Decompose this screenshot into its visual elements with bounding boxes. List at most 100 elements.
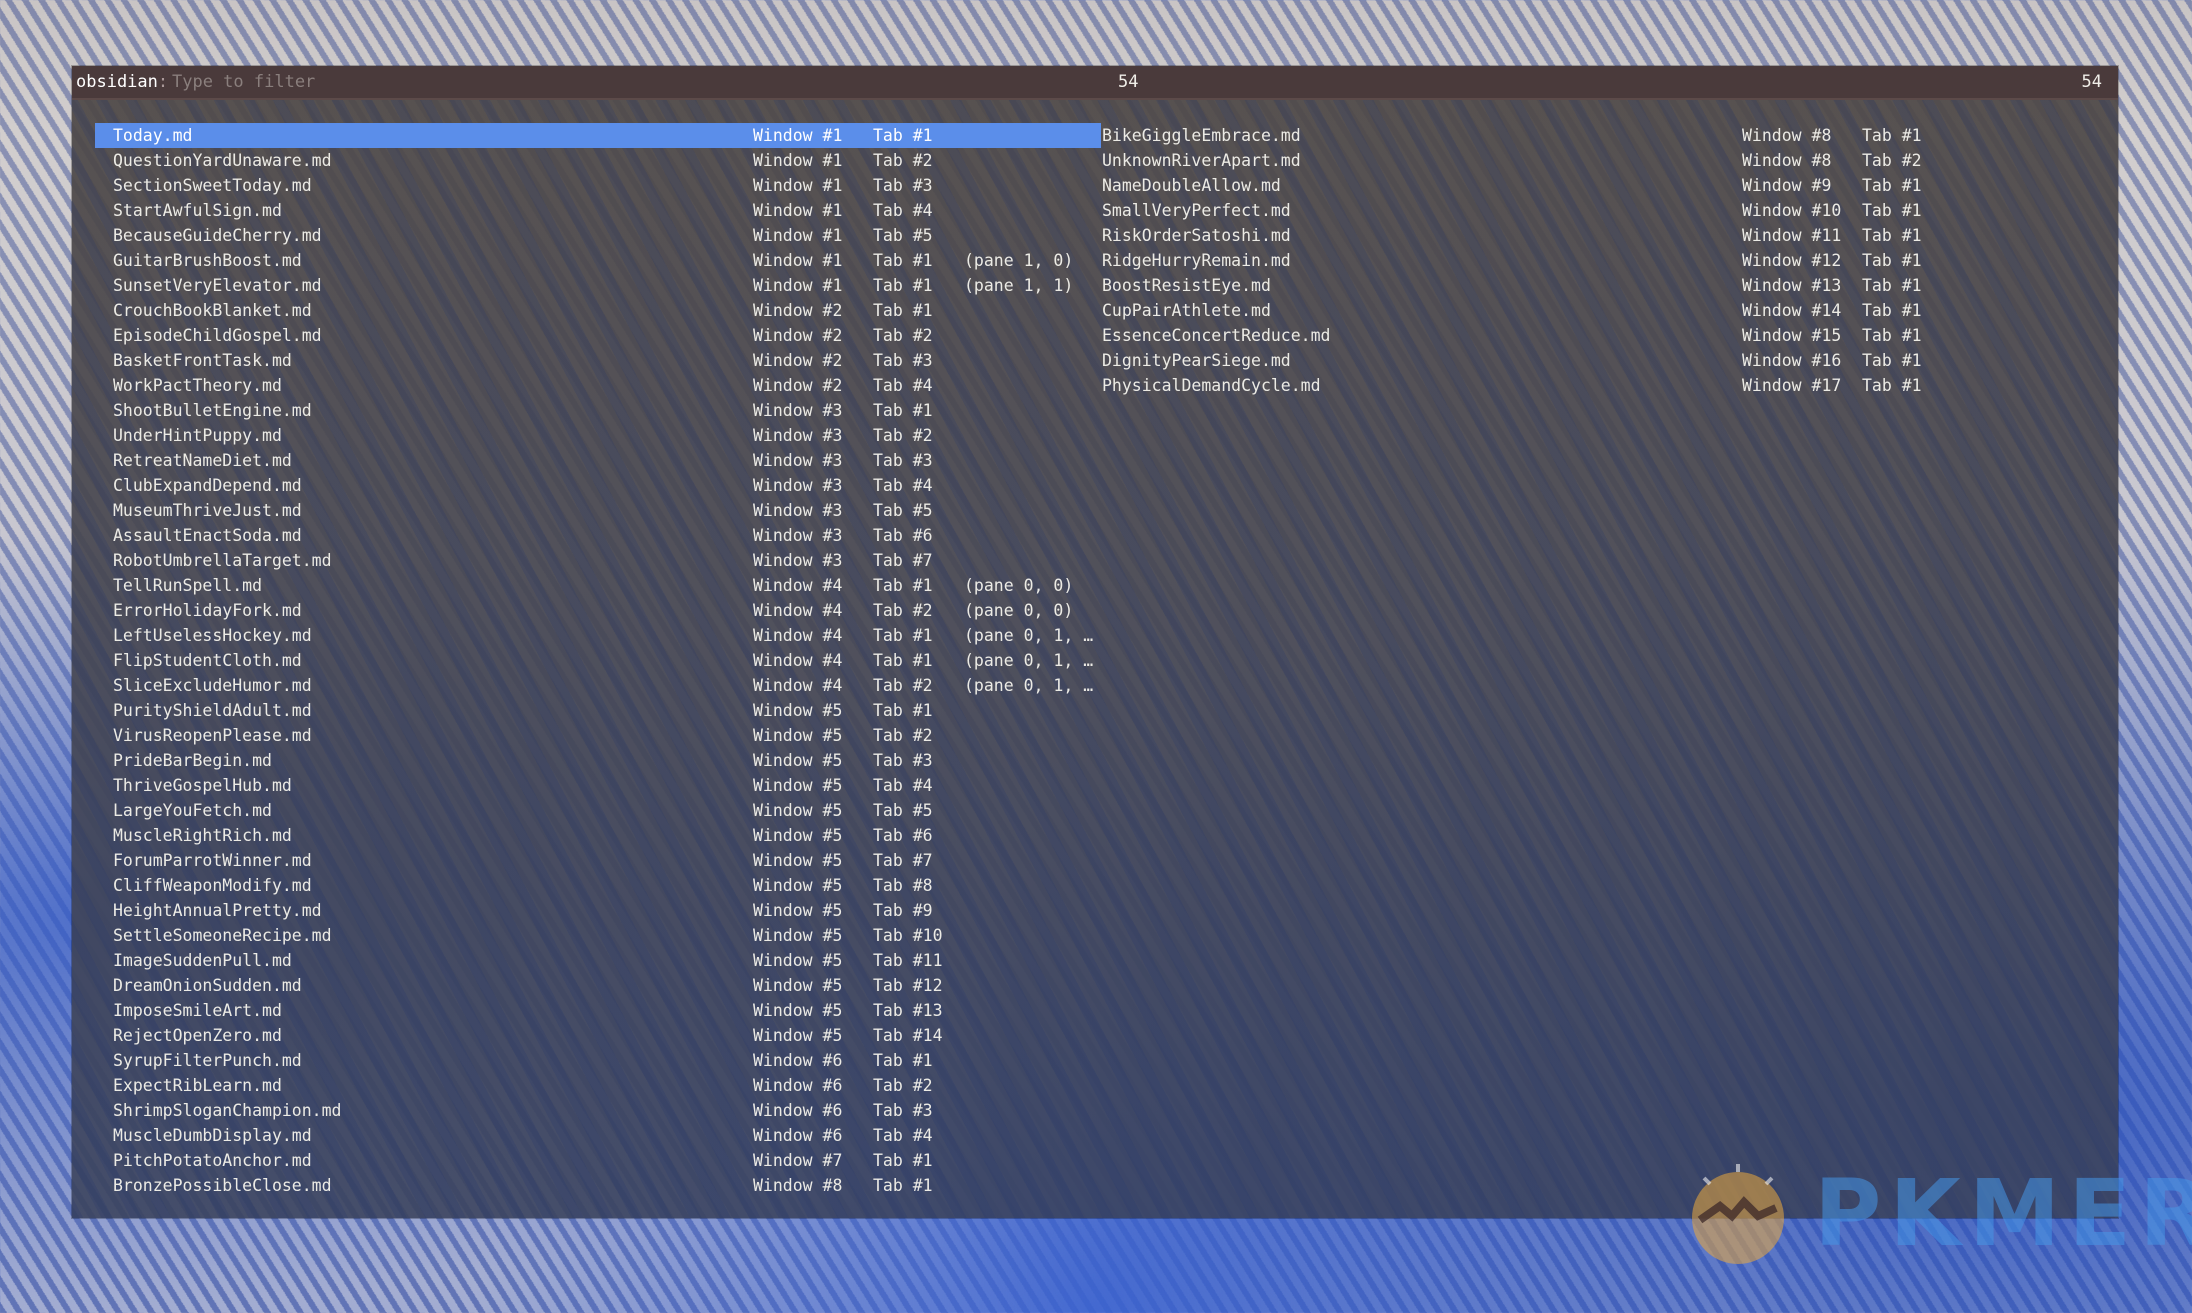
- result-row[interactable]: QuestionYardUnaware.md Window #1 Tab #2: [95, 148, 1101, 173]
- result-row[interactable]: VirusReopenPlease.md Window #5 Tab #2: [95, 723, 1101, 748]
- result-row[interactable]: ShootBulletEngine.md Window #3 Tab #1: [95, 398, 1101, 423]
- result-row[interactable]: SectionSweetToday.md Window #1 Tab #3: [95, 173, 1101, 198]
- result-row[interactable]: FlipStudentCloth.md Window #4 Tab #1 (pane …: [95, 648, 1101, 673]
- match-count: 54: [1118, 72, 1139, 92]
- result-row[interactable]: ShrimpSloganChampion.md Window #6 Tab #3: [95, 1098, 1101, 1123]
- window-label: Window #15: [1742, 326, 1842, 345]
- tab-label: Tab #2: [873, 1076, 933, 1095]
- window-label: Window #10: [1742, 201, 1842, 220]
- tab-label: Tab #1: [1862, 201, 1922, 220]
- window-label: Window #4: [753, 576, 843, 595]
- result-row[interactable]: BikeGiggleEmbrace.md Window #8 Tab #1: [1102, 123, 2102, 148]
- tab-label: Tab #1: [873, 126, 933, 145]
- tab-label: Tab #1: [1862, 326, 1922, 345]
- tab-label: Tab #6: [873, 526, 933, 545]
- file-name: NameDoubleAllow.md: [1102, 176, 1281, 195]
- file-name: BecauseGuideCherry.md: [113, 226, 322, 245]
- result-row[interactable]: ThriveGospelHub.md Window #5 Tab #4: [95, 773, 1101, 798]
- tab-label: Tab #2: [873, 676, 933, 695]
- window-label: Window #2: [753, 326, 843, 345]
- tab-label: Tab #5: [873, 801, 933, 820]
- file-name: UnderHintPuppy.md: [113, 426, 282, 445]
- file-name: ClubExpandDepend.md: [113, 476, 302, 495]
- file-name: PhysicalDemandCycle.md: [1102, 376, 1321, 395]
- window-label: Window #5: [753, 926, 843, 945]
- window-label: Window #4: [753, 676, 843, 695]
- result-row[interactable]: MuscleRightRich.md Window #5 Tab #6: [95, 823, 1101, 848]
- result-row[interactable]: RetreatNameDiet.md Window #3 Tab #3: [95, 448, 1101, 473]
- result-list-left: Today.md Window #1 Tab #1 QuestionYardUnawa…: [95, 123, 1101, 1198]
- result-row[interactable]: WorkPactTheory.md Window #2 Tab #4: [95, 373, 1101, 398]
- result-row[interactable]: RiskOrderSatoshi.md Window #11 Tab #1: [1102, 223, 2102, 248]
- tab-label: Tab #1: [1862, 276, 1922, 295]
- result-row[interactable]: BasketFrontTask.md Window #2 Tab #3: [95, 348, 1101, 373]
- result-row[interactable]: StartAwfulSign.md Window #1 Tab #4: [95, 198, 1101, 223]
- result-row[interactable]: EssenceConcertReduce.md Window #15 Tab #1: [1102, 323, 2102, 348]
- file-name: WorkPactTheory.md: [113, 376, 282, 395]
- window-label: Window #1: [753, 276, 843, 295]
- file-name: EssenceConcertReduce.md: [1102, 326, 1331, 345]
- result-row[interactable]: ErrorHolidayFork.md Window #4 Tab #2 (pane …: [95, 598, 1101, 623]
- window-label: Window #17: [1742, 376, 1842, 395]
- result-row[interactable]: BoostResistEye.md Window #13 Tab #1: [1102, 273, 2102, 298]
- result-row[interactable]: MuscleDumbDisplay.md Window #6 Tab #4: [95, 1123, 1101, 1148]
- result-row[interactable]: RobotUmbrellaTarget.md Window #3 Tab #7: [95, 548, 1101, 573]
- result-row[interactable]: EpisodeChildGospel.md Window #2 Tab #2: [95, 323, 1101, 348]
- tab-label: Tab #1: [1862, 351, 1922, 370]
- result-row[interactable]: CupPairAthlete.md Window #14 Tab #1: [1102, 298, 2102, 323]
- file-name: HeightAnnualPretty.md: [113, 901, 322, 920]
- window-label: Window #6: [753, 1051, 843, 1070]
- pane-label: (pane 0, 1, …: [964, 651, 1094, 670]
- result-row[interactable]: MuseumThriveJust.md Window #3 Tab #5: [95, 498, 1101, 523]
- filter-input[interactable]: [172, 71, 672, 93]
- result-row[interactable]: BecauseGuideCherry.md Window #1 Tab #5: [95, 223, 1101, 248]
- result-row-selected[interactable]: Today.md Window #1 Tab #1: [95, 123, 1101, 148]
- result-row[interactable]: SliceExcludeHumor.md Window #4 Tab #2 (pane…: [95, 673, 1101, 698]
- tab-label: Tab #8: [873, 876, 933, 895]
- window-label: Window #1: [753, 226, 843, 245]
- file-name: FlipStudentCloth.md: [113, 651, 302, 670]
- result-row[interactable]: ExpectRibLearn.md Window #6 Tab #2: [95, 1073, 1101, 1098]
- result-row[interactable]: PurityShieldAdult.md Window #5 Tab #1: [95, 698, 1101, 723]
- tab-label: Tab #1: [873, 626, 933, 645]
- result-row[interactable]: CrouchBookBlanket.md Window #2 Tab #1: [95, 298, 1101, 323]
- result-row[interactable]: RidgeHurryRemain.md Window #12 Tab #1: [1102, 248, 2102, 273]
- file-name: AssaultEnactSoda.md: [113, 526, 302, 545]
- result-row[interactable]: GuitarBrushBoost.md Window #1 Tab #1 (pane …: [95, 248, 1101, 273]
- result-row[interactable]: LeftUselessHockey.md Window #4 Tab #1 (pane…: [95, 623, 1101, 648]
- result-row[interactable]: ForumParrotWinner.md Window #5 Tab #7: [95, 848, 1101, 873]
- tab-label: Tab #1: [1862, 226, 1922, 245]
- tab-label: Tab #3: [873, 351, 933, 370]
- result-row[interactable]: SettleSomeoneRecipe.md Window #5 Tab #10: [95, 923, 1101, 948]
- result-row[interactable]: DreamOnionSudden.md Window #5 Tab #12: [95, 973, 1101, 998]
- result-row[interactable]: AssaultEnactSoda.md Window #3 Tab #6: [95, 523, 1101, 548]
- pane-label: (pane 1, 1): [964, 276, 1074, 295]
- result-row[interactable]: UnderHintPuppy.md Window #3 Tab #2: [95, 423, 1101, 448]
- result-row[interactable]: ImposeSmileArt.md Window #5 Tab #13: [95, 998, 1101, 1023]
- window-label: Window #5: [753, 1001, 843, 1020]
- result-row[interactable]: SunsetVeryElevator.md Window #1 Tab #1 (pan…: [95, 273, 1101, 298]
- result-row[interactable]: PitchPotatoAnchor.md Window #7 Tab #1: [95, 1148, 1101, 1173]
- result-row[interactable]: PhysicalDemandCycle.md Window #17 Tab #1: [1102, 373, 2102, 398]
- result-row[interactable]: ClubExpandDepend.md Window #3 Tab #4: [95, 473, 1101, 498]
- result-row[interactable]: UnknownRiverApart.md Window #8 Tab #2: [1102, 148, 2102, 173]
- result-row[interactable]: PrideBarBegin.md Window #5 Tab #3: [95, 748, 1101, 773]
- result-row[interactable]: NameDoubleAllow.md Window #9 Tab #1: [1102, 173, 2102, 198]
- result-row[interactable]: RejectOpenZero.md Window #5 Tab #14: [95, 1023, 1101, 1048]
- result-row[interactable]: LargeYouFetch.md Window #5 Tab #5: [95, 798, 1101, 823]
- result-row[interactable]: SmallVeryPerfect.md Window #10 Tab #1: [1102, 198, 2102, 223]
- result-row[interactable]: BronzePossibleClose.md Window #8 Tab #1: [95, 1173, 1101, 1198]
- window-label: Window #5: [753, 851, 843, 870]
- window-label: Window #7: [753, 1151, 843, 1170]
- tab-label: Tab #2: [873, 326, 933, 345]
- file-name: ShrimpSloganChampion.md: [113, 1101, 342, 1120]
- result-row[interactable]: SyrupFilterPunch.md Window #6 Tab #1: [95, 1048, 1101, 1073]
- switcher-window: obsidian: 54 54 Today.md Window #1 Tab #1 Q…: [72, 66, 2118, 1218]
- result-row[interactable]: ImageSuddenPull.md Window #5 Tab #11: [95, 948, 1101, 973]
- window-label: Window #1: [753, 251, 843, 270]
- window-label: Window #4: [753, 601, 843, 620]
- result-row[interactable]: CliffWeaponModify.md Window #5 Tab #8: [95, 873, 1101, 898]
- result-row[interactable]: HeightAnnualPretty.md Window #5 Tab #9: [95, 898, 1101, 923]
- result-row[interactable]: DignityPearSiege.md Window #16 Tab #1: [1102, 348, 2102, 373]
- result-row[interactable]: TellRunSpell.md Window #4 Tab #1 (pane 0, 0…: [95, 573, 1101, 598]
